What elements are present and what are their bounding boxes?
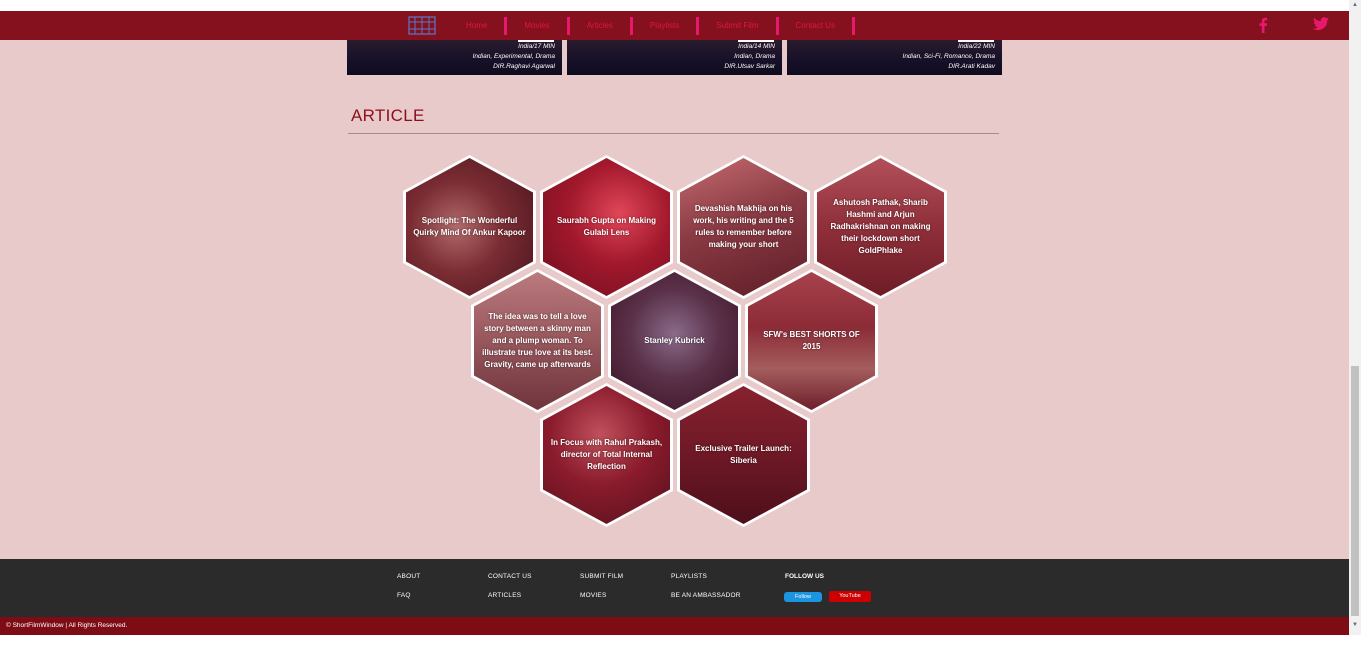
nav-link-movies[interactable]: Movies <box>507 21 566 30</box>
article-hex-title: In Focus with Rahul Prakash, director of… <box>550 438 663 471</box>
navbar: Home Movies Articles Playlists Submit Fi… <box>0 11 1349 40</box>
nav-link-home[interactable]: Home <box>449 21 504 30</box>
top-strip <box>0 0 1349 11</box>
movie-card[interactable]: India/14 MIN Indian, Drama DIR.Utsav Sar… <box>567 40 782 75</box>
footer-link-articles[interactable]: ARTICLES <box>488 592 521 599</box>
movie-card[interactable]: India/22 MIN Indian, Sci-Fi, Romance, Dr… <box>787 40 1002 75</box>
nav-item-home: Home <box>449 11 508 40</box>
nav-item-articles: Articles <box>570 11 633 40</box>
movie-card[interactable]: India/17 MIN Indian, Experimental, Drama… <box>347 40 562 75</box>
scroll-down-arrow-icon[interactable]: ▼ <box>1352 622 1358 628</box>
footer-link-playlists[interactable]: PLAYLISTS <box>671 573 707 580</box>
article-hex-title: Stanley Kubrick <box>644 336 705 345</box>
footer-link-movies[interactable]: MOVIES <box>580 592 606 599</box>
twitter-follow-label: Follow <box>795 594 811 600</box>
movie-meta: India/22 MIN Indian, Sci-Fi, Romance, Dr… <box>903 42 995 72</box>
movie-genres: Indian, Experimental, Drama <box>472 53 555 60</box>
movie-country-length: India/22 MIN <box>958 43 995 50</box>
nav-item-playlists: Playlists <box>633 11 700 40</box>
nav-item-submit-film: Submit Film <box>699 11 779 40</box>
scroll-up-arrow-icon[interactable]: ▲ <box>1352 2 1358 8</box>
movie-director: DIR.Utsav Sarkar <box>724 63 775 70</box>
nav-link-contact-us[interactable]: Contact Us <box>779 21 853 30</box>
nav-menu: Home Movies Articles Playlists Submit Fi… <box>449 11 856 40</box>
movie-director: DIR.Raghavi Agarwal <box>493 63 555 70</box>
footer-link-about[interactable]: ABOUT <box>397 573 420 580</box>
copyright-bar: © ShortFilmWindow | All Rights Reserved. <box>0 617 1349 635</box>
movie-genres: Indian, Sci-Fi, Romance, Drama <box>902 53 995 60</box>
article-hex-title: Ashutosh Pathak, Sharib Hashmi and Arjun… <box>830 198 931 255</box>
article-hex-title: Saurabh Gupta on Making Gulabi Lens <box>556 216 657 237</box>
article-hex-title: Devashish Makhija on his work, his writi… <box>693 204 794 249</box>
nav-separator <box>852 16 856 35</box>
article-hex-title: SFW's BEST SHORTS OF 2015 <box>763 330 860 351</box>
site-logo-icon[interactable] <box>408 16 436 35</box>
footer-link-submit-film[interactable]: SUBMIT FILM <box>580 573 623 580</box>
article-hex-title: Spotlight: The Wonderful Quirky Mind Of … <box>413 216 526 237</box>
nav-item-contact-us: Contact Us <box>779 11 856 40</box>
section-divider <box>348 133 999 134</box>
footer-link-faq[interactable]: FAQ <box>397 592 411 599</box>
section-title: ARTICLE <box>351 106 425 125</box>
movie-director: DIR.Arati Kadav <box>948 63 995 70</box>
nav-link-articles[interactable]: Articles <box>570 21 630 30</box>
nav-link-playlists[interactable]: Playlists <box>633 21 696 30</box>
movie-meta: India/14 MIN Indian, Drama DIR.Utsav Sar… <box>724 42 775 72</box>
nav-link-submit-film[interactable]: Submit Film <box>699 21 775 30</box>
scrollbar[interactable]: ▲ ▼ <box>1349 0 1361 635</box>
copyright-text: © ShortFilmWindow | All Rights Reserved. <box>6 622 128 629</box>
movie-genres: Indian, Drama <box>734 53 775 60</box>
twitter-follow-button[interactable]: Follow <box>784 592 822 602</box>
movie-meta: India/17 MIN Indian, Experimental, Drama… <box>473 42 555 72</box>
article-hex-title: Exclusive Trailer Launch: Siberia <box>695 444 792 465</box>
footer-link-ambassador[interactable]: BE AN AMBASSADOR <box>671 592 741 599</box>
movie-country-length: India/17 MIN <box>518 43 555 50</box>
twitter-icon[interactable] <box>1313 17 1329 31</box>
article-hex-title: The idea was to tell a love story betwee… <box>482 312 593 369</box>
movie-country-length: India/14 MIN <box>738 43 775 50</box>
follow-us-heading: FOLLOW US <box>785 573 824 580</box>
youtube-label: YouTube <box>839 593 861 599</box>
scrollbar-thumb[interactable] <box>1351 366 1359 616</box>
youtube-subscribe-button[interactable]: YouTube <box>829 591 871 602</box>
facebook-icon[interactable] <box>1258 17 1268 33</box>
footer-link-contact-us[interactable]: CONTACT US <box>488 573 532 580</box>
footer: ABOUT FAQ CONTACT US ARTICLES SUBMIT FIL… <box>0 559 1349 617</box>
nav-item-movies: Movies <box>507 11 570 40</box>
